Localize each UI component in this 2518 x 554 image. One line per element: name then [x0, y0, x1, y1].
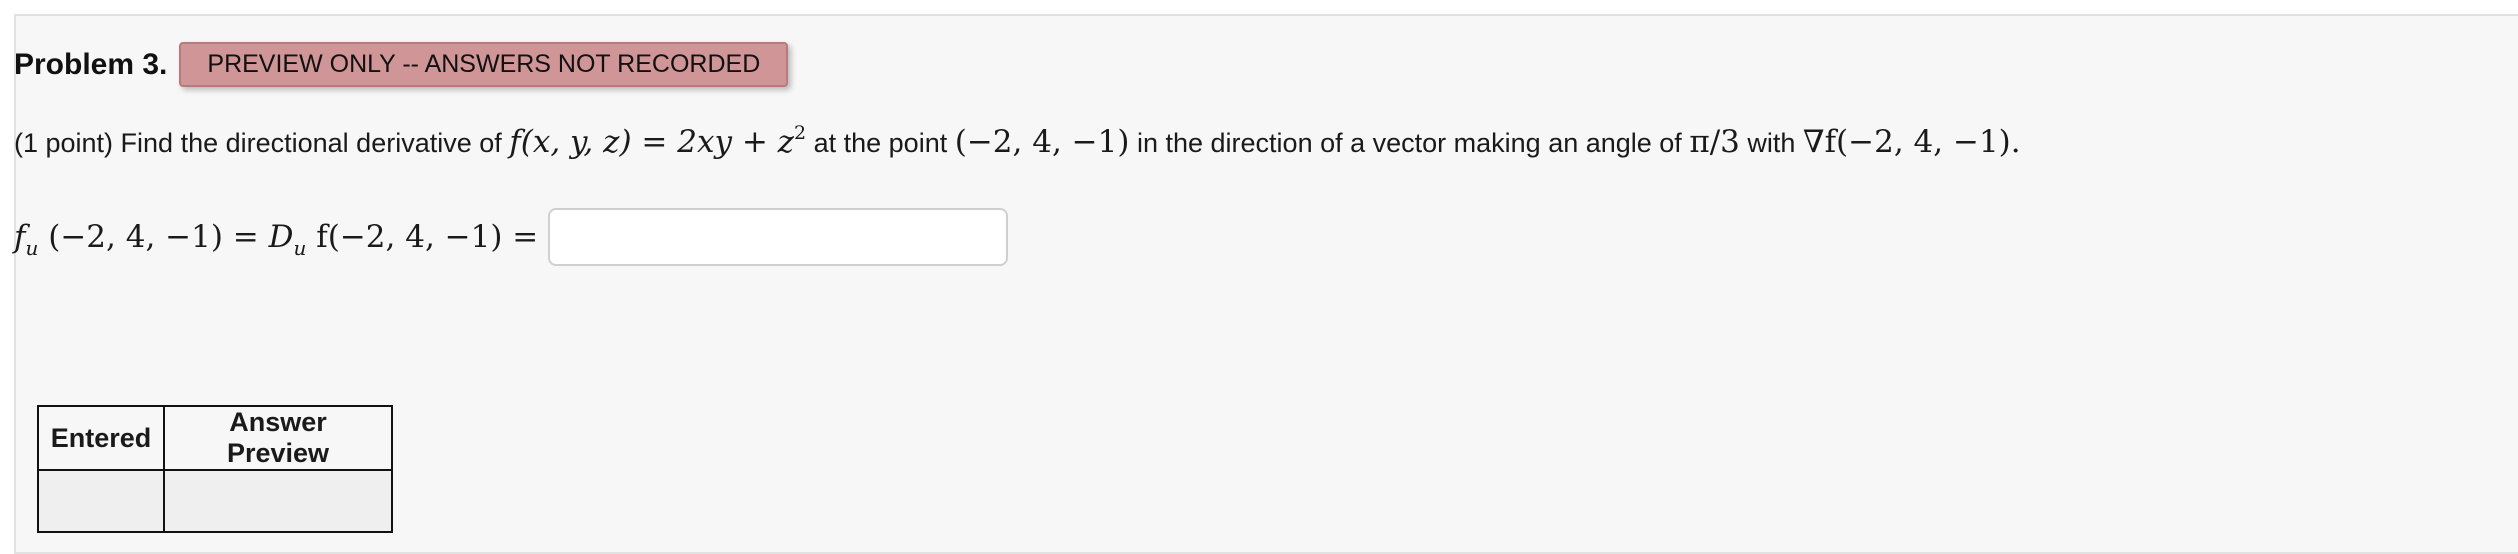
cell-entered: [37, 469, 165, 533]
problem-header: Problem 3. PREVIEW ONLY -- ANSWERS NOT R…: [14, 42, 789, 87]
preview-only-badge: PREVIEW ONLY -- ANSWERS NOT RECORDED: [179, 42, 789, 87]
answer-rhs-sub: u: [293, 236, 307, 260]
function-expression: f(x, y, z) = 2xy + z2: [509, 122, 807, 161]
statement-mid: at the point: [813, 128, 948, 158]
point-expression: (−2, 4, −1): [954, 124, 1130, 160]
statement-prefix: (1 point) Find the directional derivativ…: [14, 128, 502, 158]
angle-expression: π/3: [1689, 124, 1740, 160]
cell-answer-preview: [163, 469, 393, 533]
answer-label: fu (−2, 4, −1) = Du f(−2, 4, −1) =: [14, 219, 539, 258]
problem-title: Problem 3.: [14, 47, 168, 81]
statement-with: with: [1747, 128, 1796, 158]
gradient-expression: ∇f(−2, 4, −1).: [1802, 124, 2021, 160]
results-header-row: Entered Answer Preview: [37, 405, 393, 471]
answer-lhs-sub: u: [25, 236, 39, 260]
statement-direction: in the direction of a vector making an a…: [1136, 128, 1682, 158]
table-row: [37, 469, 393, 533]
header-answer-preview: Answer Preview: [163, 405, 393, 471]
answer-lhs-f: f: [14, 219, 26, 255]
function-exponent: 2: [794, 122, 807, 144]
answer-rhs-d: D: [268, 219, 294, 255]
answer-lhs-point: (−2, 4, −1) =: [48, 219, 269, 255]
answer-rhs-rest: f(−2, 4, −1) =: [306, 219, 539, 255]
answer-row: fu (−2, 4, −1) = Du f(−2, 4, −1) =: [14, 208, 1009, 266]
problem-statement: (1 point) Find the directional derivativ…: [14, 122, 2021, 161]
header-entered: Entered: [37, 405, 165, 471]
function-lhs: f(x, y, z) = 2xy + z: [509, 124, 794, 160]
answer-input[interactable]: [548, 208, 1009, 266]
results-table: Entered Answer Preview: [37, 405, 393, 533]
